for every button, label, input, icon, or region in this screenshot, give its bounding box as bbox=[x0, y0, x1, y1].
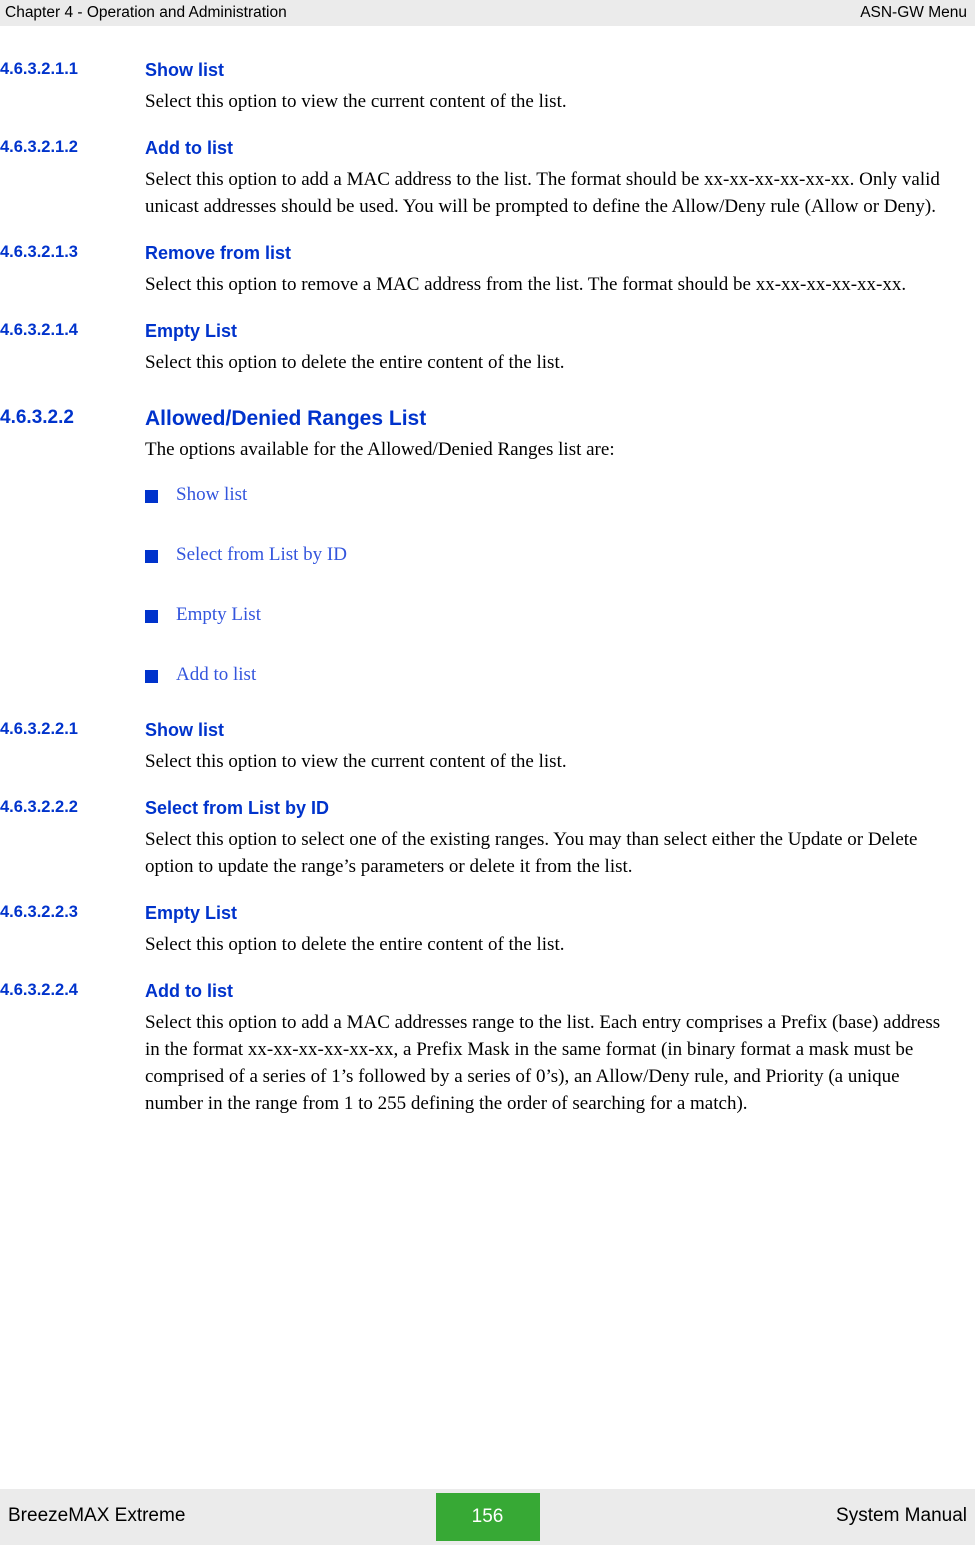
section-number: 4.6.3.2.2 bbox=[0, 406, 74, 428]
list-item: Empty List bbox=[145, 604, 975, 626]
options-bullet-list: Show list Select from List by ID Empty L… bbox=[145, 484, 975, 686]
list-item-label: Empty List bbox=[176, 603, 261, 625]
footer-document-type: System Manual bbox=[836, 1505, 967, 1526]
header-chapter-title: Chapter 4 - Operation and Administration bbox=[5, 4, 287, 21]
section-4-6-3-2-2-2: 4.6.3.2.2.2 Select from List by ID Selec… bbox=[0, 798, 975, 881]
section-heading: 4.6.3.2.2.1 Show list bbox=[0, 720, 975, 741]
section-title: Add to list bbox=[145, 137, 233, 158]
section-body: Select this option to delete the entire … bbox=[145, 351, 565, 373]
page-content: 4.6.3.2.1.1 Show list Select this option… bbox=[0, 60, 975, 1118]
section-title: Select from List by ID bbox=[145, 797, 330, 818]
page-number-badge: 156 bbox=[435, 1493, 540, 1541]
section-body: The options available for the Allowed/De… bbox=[145, 438, 615, 460]
section-number: 4.6.3.2.2.3 bbox=[0, 902, 78, 921]
square-bullet-icon bbox=[145, 549, 158, 563]
list-item-label: Show list bbox=[176, 483, 248, 505]
square-bullet-icon bbox=[145, 609, 158, 623]
section-heading: 4.6.3.2.2 Allowed/Denied Ranges List bbox=[0, 407, 975, 431]
square-bullet-icon bbox=[145, 489, 158, 503]
section-4-6-3-2-1-2: 4.6.3.2.1.2 Add to list Select this opti… bbox=[0, 138, 975, 221]
section-body: Select this option to remove a MAC addre… bbox=[145, 273, 907, 295]
page-footer: BreezeMAX Extreme 156 System Manual bbox=[0, 1489, 975, 1545]
footer-product-name: BreezeMAX Extreme bbox=[8, 1505, 186, 1526]
list-item-label: Add to list bbox=[176, 663, 257, 685]
section-4-6-3-2-1-3: 4.6.3.2.1.3 Remove from list Select this… bbox=[0, 243, 975, 299]
section-4-6-3-2-2-1: 4.6.3.2.2.1 Show list Select this option… bbox=[0, 720, 975, 776]
section-4-6-3-2-2: 4.6.3.2.2 Allowed/Denied Ranges List The… bbox=[0, 407, 975, 464]
section-body: Select this option to delete the entire … bbox=[145, 933, 565, 955]
section-title: Show list bbox=[145, 60, 225, 80]
square-bullet-icon bbox=[145, 669, 158, 683]
section-number: 4.6.3.2.2.1 bbox=[0, 719, 78, 738]
footer-inner: BreezeMAX Extreme 156 System Manual bbox=[0, 1489, 975, 1545]
section-number: 4.6.3.2.2.4 bbox=[0, 980, 78, 999]
list-item-label: Select from List by ID bbox=[176, 543, 347, 565]
section-number: 4.6.3.2.1.2 bbox=[0, 137, 78, 156]
section-4-6-3-2-2-4: 4.6.3.2.2.4 Add to list Select this opti… bbox=[0, 981, 975, 1118]
section-title: Remove from list bbox=[145, 242, 292, 263]
section-4-6-3-2-1-1: 4.6.3.2.1.1 Show list Select this option… bbox=[0, 60, 975, 116]
section-heading: 4.6.3.2.1.3 Remove from list bbox=[0, 243, 975, 264]
header-divider bbox=[0, 26, 975, 28]
section-title: Empty List bbox=[145, 902, 238, 923]
list-item: Select from List by ID bbox=[145, 544, 975, 566]
section-title: Show list bbox=[145, 719, 225, 740]
header-section-title: ASN-GW Menu bbox=[860, 4, 967, 21]
section-heading: 4.6.3.2.2.2 Select from List by ID bbox=[0, 798, 975, 819]
section-title: Empty List bbox=[145, 320, 238, 341]
section-body: Select this option to view the current c… bbox=[145, 750, 567, 772]
section-heading: 4.6.3.2.1.1 Show list bbox=[0, 60, 975, 81]
section-body: Select this option to view the current c… bbox=[145, 91, 567, 112]
section-4-6-3-2-1-4: 4.6.3.2.1.4 Empty List Select this optio… bbox=[0, 321, 975, 377]
section-title: Allowed/Denied Ranges List bbox=[145, 406, 427, 430]
section-heading: 4.6.3.2.1.2 Add to list bbox=[0, 138, 975, 159]
section-number: 4.6.3.2.1.1 bbox=[0, 60, 78, 78]
list-item: Show list bbox=[145, 484, 975, 506]
section-body: Select this option to add a MAC address … bbox=[145, 168, 940, 217]
section-heading: 4.6.3.2.2.4 Add to list bbox=[0, 981, 975, 1002]
section-number: 4.6.3.2.1.3 bbox=[0, 242, 78, 261]
section-title: Add to list bbox=[145, 980, 233, 1001]
section-heading: 4.6.3.2.2.3 Empty List bbox=[0, 903, 975, 924]
list-item: Add to list bbox=[145, 664, 975, 686]
section-number: 4.6.3.2.2.2 bbox=[0, 797, 78, 816]
section-number: 4.6.3.2.1.4 bbox=[0, 320, 78, 339]
section-4-6-3-2-2-3: 4.6.3.2.2.3 Empty List Select this optio… bbox=[0, 903, 975, 959]
section-body: Select this option to add a MAC addresse… bbox=[145, 1011, 941, 1114]
document-page: Chapter 4 - Operation and Administration… bbox=[0, 0, 975, 1545]
section-heading: 4.6.3.2.1.4 Empty List bbox=[0, 321, 975, 342]
page-header: Chapter 4 - Operation and Administration… bbox=[0, 0, 975, 26]
section-body: Select this option to select one of the … bbox=[145, 828, 918, 877]
